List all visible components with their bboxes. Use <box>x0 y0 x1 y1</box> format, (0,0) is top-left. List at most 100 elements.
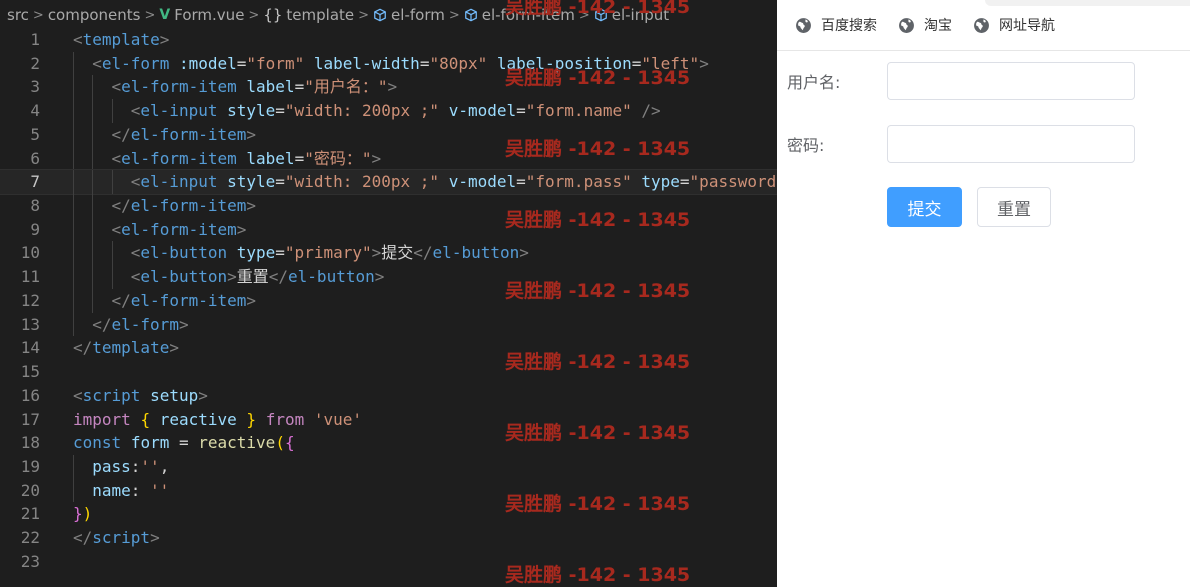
code-token: ( <box>275 433 285 453</box>
cube-icon <box>594 8 608 22</box>
breadcrumb-components[interactable]: components <box>48 6 141 24</box>
code-line[interactable]: 18 const form = reactive({ <box>0 431 777 455</box>
code-line[interactable]: 6 <el-form-item label="密码："> <box>0 146 777 171</box>
code-token: > <box>150 528 160 548</box>
code-line[interactable]: 7 <el-input style="width: 200px ;" v-mode… <box>0 169 777 196</box>
code-line[interactable]: 20 name: '' <box>0 478 777 503</box>
code-line[interactable]: 17 import { reactive } from 'vue' <box>0 408 777 432</box>
line-number: 3 <box>30 77 40 97</box>
code-token: el-form <box>101 53 170 73</box>
code-token: 'vue' <box>313 409 363 429</box>
bookmark-nav[interactable]: 网址导航 <box>973 15 1055 35</box>
code-token: </ <box>111 290 131 310</box>
code-line[interactable]: 9 <el-form-item> <box>0 217 777 242</box>
code-line[interactable]: 19 pass:'', <box>0 454 777 479</box>
code-line[interactable]: 10 <el-button type="primary">提交</el-butto… <box>0 241 777 266</box>
code-token: = <box>294 77 305 97</box>
code-token: < <box>73 385 83 405</box>
code-line[interactable]: 13 </el-form> <box>0 312 777 337</box>
code-token: type <box>641 172 680 192</box>
code-token: > <box>246 196 257 216</box>
code-line[interactable]: 16 <script setup> <box>0 384 777 408</box>
code-line[interactable]: 11 <el-button>重置</el-button> <box>0 265 777 289</box>
code-token: script <box>82 385 141 405</box>
password-label: 密码: <box>787 136 825 155</box>
code-token: :model <box>178 53 237 73</box>
submit-button[interactable]: 提交 <box>887 187 962 227</box>
code-line[interactable]: 23 <box>0 550 777 574</box>
indent-guide <box>111 241 113 266</box>
code-line[interactable]: 3 <el-form-item label="用户名："> <box>0 75 777 100</box>
code-token: { <box>284 433 295 453</box>
code-token: = <box>236 53 247 73</box>
code-line[interactable]: 21}) <box>0 502 777 526</box>
code-token: el-form-item <box>121 77 237 97</box>
breadcrumb-el-form-item[interactable]: el-form-item <box>464 6 575 24</box>
code-token: : <box>130 480 151 500</box>
breadcrumb-el-input[interactable]: el-input <box>594 6 669 24</box>
code-line[interactable]: 8 </el-form-item> <box>0 194 777 218</box>
code-token: </ <box>268 267 289 287</box>
breadcrumb-file[interactable]: V Form.vue <box>159 6 244 24</box>
code-area[interactable]: 1 <template> 2 <el-form :model="form" label… <box>0 28 777 574</box>
code-token: > <box>387 77 398 97</box>
code-token: el-button <box>140 243 228 263</box>
code-token: reactive <box>198 433 276 453</box>
code-line[interactable]: 12 </el-form-item> <box>0 288 777 313</box>
breadcrumb-src[interactable]: src <box>7 6 29 24</box>
username-input[interactable] <box>887 62 1135 100</box>
line-content: </el-form> <box>92 313 188 337</box>
breadcrumb-label: el-form <box>391 6 445 24</box>
code-token: script <box>92 528 151 548</box>
form-item-username: 用户名: <box>787 62 1135 100</box>
bookmark-baidu[interactable]: 百度搜索 <box>795 15 877 35</box>
browser-preview: 百度搜索 淘宝 网址导航 用户名: 密码: 提交 重置 <box>777 0 1190 587</box>
code-token: </ <box>73 338 93 358</box>
code-line[interactable]: 2 <el-form :model="form" label-width="80p… <box>0 51 777 76</box>
indent-guide <box>73 99 74 123</box>
code-line[interactable]: 5 </el-form-item> <box>0 122 777 147</box>
code-token: template <box>82 30 160 49</box>
indent-guide <box>92 241 94 266</box>
breadcrumb-el-form[interactable]: el-form <box>373 6 445 24</box>
line-number: 19 <box>20 456 40 476</box>
password-input[interactable] <box>887 125 1135 163</box>
line-number: 2 <box>30 53 40 73</box>
line-number: 23 <box>20 551 40 571</box>
line-content: </template> <box>73 336 179 360</box>
indent-guide <box>92 122 94 147</box>
code-editor[interactable]: src > components > V Form.vue > {} templat… <box>0 0 777 587</box>
code-token: /> <box>641 101 661 121</box>
line-number: 5 <box>30 124 40 144</box>
code-token: form <box>130 433 170 453</box>
code-token: el-button <box>140 267 228 287</box>
cube-icon <box>464 8 478 22</box>
code-line[interactable]: 1 <template> <box>0 28 777 52</box>
line-number: 9 <box>30 219 40 239</box>
code-line[interactable]: 14 </template> <box>0 336 777 360</box>
code-token: el-form-item <box>121 219 237 239</box>
breadcrumb: src > components > V Form.vue > {} templat… <box>0 0 777 30</box>
reset-button[interactable]: 重置 <box>977 187 1051 227</box>
code-token: style <box>227 101 276 121</box>
code-line[interactable]: 22 </script> <box>0 526 777 550</box>
code-token: > <box>374 267 385 287</box>
code-line[interactable]: 15 <box>0 360 777 384</box>
code-token: "80px" <box>429 53 488 73</box>
code-token: name <box>92 480 131 500</box>
line-content: <el-input style="width: 200px ;" v-model… <box>131 170 776 194</box>
code-token: > <box>371 148 382 168</box>
line-content: name: '' <box>92 479 169 503</box>
line-content: }) <box>73 502 92 526</box>
code-token: el-form-item <box>130 290 247 310</box>
code-token: "form.pass" <box>525 172 632 192</box>
code-token: > <box>169 338 179 358</box>
breadcrumb-label: components <box>47 6 141 24</box>
bookmark-taobao[interactable]: 淘宝 <box>898 15 952 35</box>
code-line[interactable]: 4 <el-input style="width: 200px ;" v-mode… <box>0 99 777 123</box>
code-token: reactive <box>159 409 237 429</box>
breadcrumb-template[interactable]: {} template <box>263 6 354 24</box>
